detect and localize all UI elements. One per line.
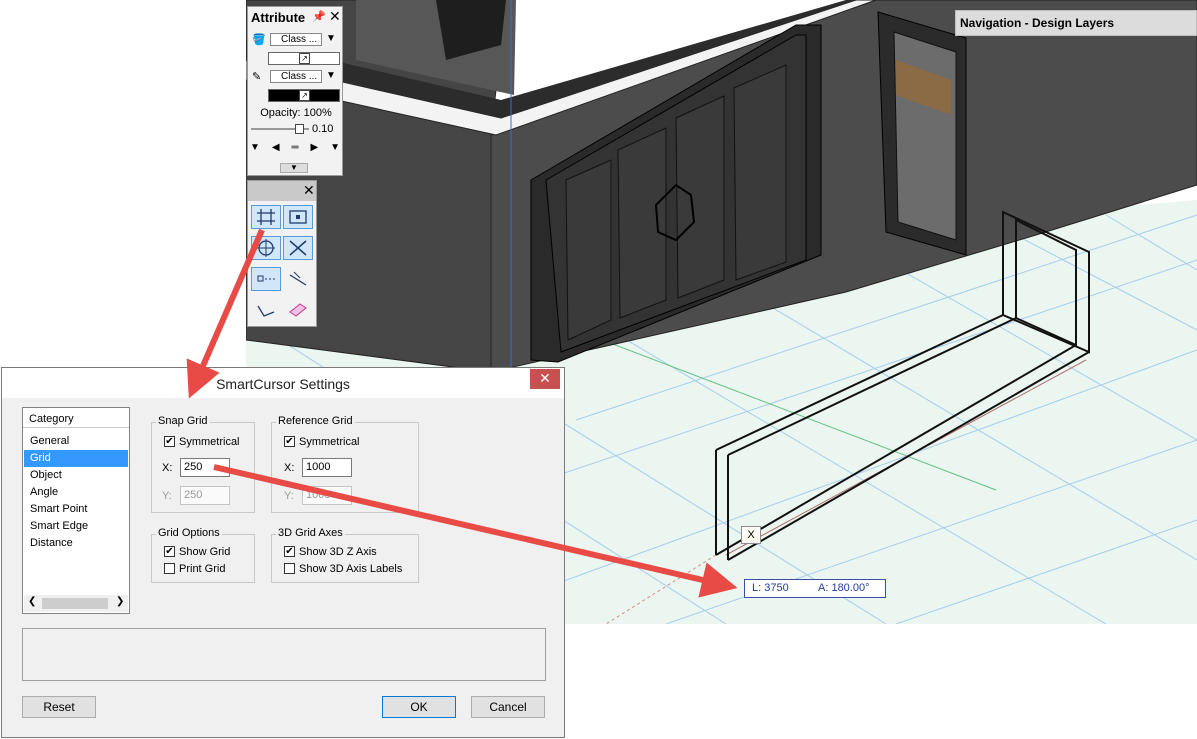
reference-grid-label: Reference Grid xyxy=(276,415,355,427)
smart-edge-icon xyxy=(289,271,307,286)
category-list-header: Category xyxy=(23,408,129,428)
tangent-snap-button[interactable] xyxy=(251,297,281,321)
dialog-titlebar: SmartCursor Settings ✕ xyxy=(2,368,564,398)
fill-style-row: 🪣 Class ... ▼ xyxy=(250,33,340,49)
by-class-icon: ↗ xyxy=(299,90,310,101)
smart-edge-button[interactable] xyxy=(283,267,313,291)
pen-swatch[interactable]: ↗ xyxy=(268,89,340,102)
working-plane-snap-button[interactable] xyxy=(283,297,313,321)
length-readout: L: 3750 xyxy=(752,582,789,594)
tangent-snap-icon xyxy=(257,305,275,317)
grid-options-group: Grid Options ✔ Show Grid Print Grid xyxy=(151,527,255,583)
smart-point-button[interactable] xyxy=(251,267,281,291)
scroll-right-icon[interactable]: ❯ xyxy=(116,596,124,607)
attribute-palette[interactable]: Attribute 📌 ✕ 🪣 Class ... ▼ ↗ ✎ Class ..… xyxy=(247,6,343,176)
snapping-palette[interactable]: ✕ xyxy=(247,180,317,327)
category-list[interactable]: Category General Grid Object Angle Smart… xyxy=(22,407,130,614)
cancel-button[interactable]: Cancel xyxy=(471,696,545,718)
category-item-object[interactable]: Object xyxy=(24,467,128,484)
snap-to-intersection-button[interactable] xyxy=(283,236,313,260)
attribute-palette-title: Attribute xyxy=(251,10,306,25)
scroll-left-icon[interactable]: ❮ xyxy=(28,596,36,607)
pen-style-row: ✎ Class ... ▼ xyxy=(250,70,340,86)
snap-grid-label: Snap Grid xyxy=(156,415,210,427)
category-item-general[interactable]: General xyxy=(24,433,128,450)
chevron-down-icon[interactable]: ▼ xyxy=(330,142,340,153)
pen-class-select[interactable]: Class ... xyxy=(270,70,322,83)
arrowhead-row: ▼ ◀ ═ ▶ ▼ xyxy=(250,142,340,153)
ok-button[interactable]: OK xyxy=(382,696,456,718)
smart-point-icon xyxy=(257,275,275,282)
chevron-down-icon[interactable]: ▼ xyxy=(250,142,260,153)
by-class-icon: ↗ xyxy=(299,53,310,64)
smartcursor-settings-dialog: SmartCursor Settings ✕ Category General … xyxy=(1,367,565,738)
snap-to-grid-button[interactable] xyxy=(251,205,281,229)
paint-bucket-icon: 🪣 xyxy=(252,34,266,46)
angle-readout: A: 180.00° xyxy=(818,582,870,594)
checkmark-icon: ✔ xyxy=(284,436,295,447)
navigation-palette[interactable]: Navigation - Design Layers xyxy=(955,10,1197,36)
reset-button[interactable]: Reset xyxy=(22,696,96,718)
grid-options-label: Grid Options xyxy=(156,527,222,539)
reference-grid-y-input: 1000 xyxy=(302,486,352,505)
dash-style-icon[interactable]: ═ xyxy=(291,142,298,153)
category-item-angle[interactable]: Angle xyxy=(24,484,128,501)
chevron-down-icon[interactable]: ▼ xyxy=(326,33,336,44)
category-item-distance[interactable]: Distance xyxy=(24,535,128,552)
checkmark-icon: ✔ xyxy=(164,546,175,557)
category-item-smart-point[interactable]: Smart Point xyxy=(24,501,128,518)
3d-grid-axes-label: 3D Grid Axes xyxy=(276,527,345,539)
expand-palette-button[interactable]: ▼ xyxy=(280,163,308,173)
opacity-label[interactable]: Opacity: 100% xyxy=(248,107,344,119)
help-text-area xyxy=(22,628,546,681)
line-weight-value[interactable]: 0.10 xyxy=(312,123,333,135)
working-plane-icon xyxy=(289,303,307,317)
snap-grid-y-input: 250 xyxy=(180,486,230,505)
snap-to-object-button[interactable] xyxy=(283,205,313,229)
close-icon[interactable]: ✕ xyxy=(303,182,315,199)
fill-swatch[interactable]: ↗ xyxy=(268,52,340,65)
line-weight-slider[interactable] xyxy=(251,124,309,134)
snap-grid-x-input[interactable]: 250 xyxy=(180,458,230,477)
reference-grid-group: Reference Grid ✔ Symmetrical X: 1000 Y: … xyxy=(271,415,419,513)
3d-grid-axes-group: 3D Grid Axes ✔ Show 3D Z Axis Show 3D Ax… xyxy=(271,527,419,583)
reference-grid-x-input[interactable]: 1000 xyxy=(302,458,352,477)
close-icon[interactable]: ✕ xyxy=(329,8,341,25)
cursor-readout: L: 3750 A: 180.00° xyxy=(744,579,886,598)
snap-to-angle-button[interactable] xyxy=(251,236,281,260)
scrollbar-thumb[interactable] xyxy=(42,598,108,609)
navigation-palette-title: Navigation - Design Layers xyxy=(960,16,1115,30)
dialog-title: SmartCursor Settings xyxy=(216,376,350,392)
checkmark-icon: ✔ xyxy=(164,436,175,447)
grid-snap-icon xyxy=(257,209,275,225)
chevron-down-icon[interactable]: ▼ xyxy=(326,70,336,81)
angle-snap-icon xyxy=(257,239,275,257)
right-arrowhead-icon[interactable]: ▶ xyxy=(310,142,318,153)
left-arrowhead-icon[interactable]: ◀ xyxy=(272,142,280,153)
pin-icon[interactable]: 📌 xyxy=(312,10,326,23)
close-icon[interactable]: ✕ xyxy=(530,369,560,389)
object-snap-icon xyxy=(289,210,307,224)
checkmark-icon: ✔ xyxy=(284,546,295,557)
intersection-snap-icon xyxy=(289,240,307,256)
horizontal-scrollbar[interactable]: ❮ ❯ xyxy=(24,595,128,612)
pen-icon: ✎ xyxy=(252,71,262,83)
category-item-grid[interactable]: Grid xyxy=(24,450,128,467)
snap-point-tag: X xyxy=(741,526,761,544)
fill-class-select[interactable]: Class ... xyxy=(270,33,322,46)
snap-grid-group: Snap Grid ✔ Symmetrical X: 250 Y: 250 xyxy=(151,415,255,513)
category-item-smart-edge[interactable]: Smart Edge xyxy=(24,518,128,535)
